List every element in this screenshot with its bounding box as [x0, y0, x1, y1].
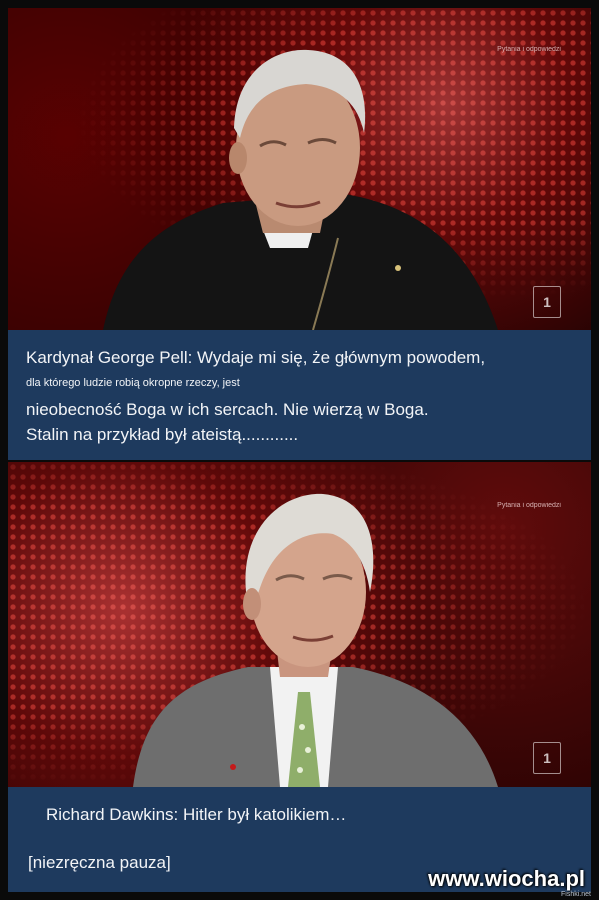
caption-line: nieobecność Boga w ich sercach. Nie wier…	[26, 400, 429, 419]
show-watermark: Pytania i odpowiedzi	[497, 502, 561, 509]
channel-logo-icon: 1	[533, 286, 561, 318]
caption-line: Kardynał George Pell: Wydaje mi się, że …	[26, 348, 486, 367]
channel-logo-icon: 1	[533, 742, 561, 774]
caption-panel-pell: Kardynał George Pell: Wydaje mi się, że …	[8, 330, 591, 460]
caption-line: [niezręczna pauza]	[28, 853, 171, 872]
site-watermark: www.wiocha.pl	[428, 866, 585, 891]
person-dawkins-illustration	[133, 493, 498, 787]
caption-line: Stalin na przykład był ateistą..........…	[26, 425, 299, 444]
caption-line: dla którego ludzie robią okropne rzeczy,…	[26, 377, 240, 389]
show-watermark: Pytania i odpowiedzi	[497, 46, 561, 53]
caption-line: Richard Dawkins: Hitler był katolikiem…	[46, 805, 347, 824]
person-cardinal-illustration	[103, 49, 498, 330]
photo-richard-dawkins: Pytania i odpowiedzi 1	[8, 462, 591, 787]
photo-cardinal-pell: Pytania i odpowiedzi 1	[8, 8, 591, 330]
source-watermark: Fishki.net	[561, 891, 591, 898]
